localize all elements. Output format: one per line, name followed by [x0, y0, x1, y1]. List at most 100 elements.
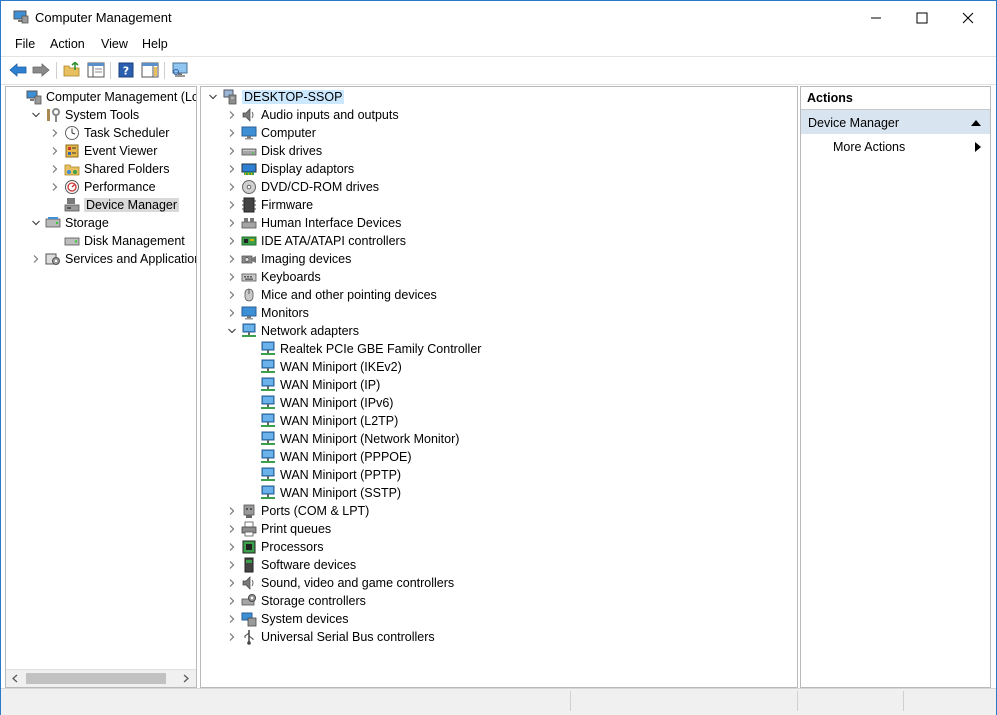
device-tree-item[interactable]: Imaging devices — [227, 250, 351, 268]
device-tree-item[interactable]: IDE ATA/ATAPI controllers — [227, 232, 406, 250]
chevron-right-icon[interactable] — [50, 182, 60, 192]
actions-section-device-manager[interactable]: Device Manager — [801, 110, 990, 134]
chevron-right-icon[interactable] — [50, 164, 60, 174]
horizontal-scrollbar[interactable] — [6, 669, 196, 687]
back-button[interactable] — [8, 60, 28, 80]
device-tree-item[interactable]: Processors — [227, 538, 324, 556]
chevron-down-icon[interactable] — [208, 92, 218, 102]
maximize-button[interactable] — [899, 1, 945, 34]
device-tree-item[interactable]: WAN Miniport (IP) — [246, 376, 380, 394]
chevron-right-icon[interactable] — [227, 182, 237, 192]
up-one-level-button[interactable] — [62, 60, 82, 80]
show-hide-action-pane-button[interactable] — [140, 60, 160, 80]
more-actions-item[interactable]: More Actions — [833, 138, 983, 156]
device-tree-item[interactable]: Universal Serial Bus controllers — [227, 628, 435, 646]
chevron-right-icon[interactable] — [50, 146, 60, 156]
menu-view[interactable]: View — [101, 37, 128, 51]
device-tree-item[interactable]: WAN Miniport (PPPOE) — [246, 448, 412, 466]
chevron-down-icon[interactable] — [227, 326, 237, 336]
device-tree-item[interactable]: WAN Miniport (Network Monitor) — [246, 430, 459, 448]
device-tree-item[interactable]: Display adaptors — [227, 160, 354, 178]
chevron-right-icon[interactable] — [227, 110, 237, 120]
minimize-button[interactable] — [853, 1, 899, 34]
device-tree-item[interactable]: WAN Miniport (SSTP) — [246, 484, 401, 502]
chevron-right-icon[interactable] — [227, 614, 237, 624]
help-button[interactable]: ? — [116, 60, 136, 80]
collapse-up-icon[interactable] — [971, 119, 981, 126]
chevron-right-icon[interactable] — [227, 254, 237, 264]
console-tree-item[interactable]: Device Manager — [50, 196, 180, 214]
device-tree-item[interactable]: Keyboards — [227, 268, 321, 286]
device-tree-item[interactable]: WAN Miniport (L2TP) — [246, 412, 398, 430]
console-tree-item[interactable]: Event Viewer — [50, 142, 157, 160]
console-tree-item[interactable]: Shared Folders — [50, 160, 169, 178]
console-tree-item[interactable]: Computer Management (Local — [12, 88, 196, 106]
device-tree-item[interactable]: Storage controllers — [227, 592, 366, 610]
chevron-right-icon[interactable] — [227, 542, 237, 552]
chevron-down-icon[interactable] — [31, 218, 41, 228]
scrollbar-thumb[interactable] — [26, 673, 166, 684]
title-bar[interactable]: Computer Management — [1, 1, 996, 34]
chevron-right-icon[interactable] — [227, 272, 237, 282]
device-tree-item[interactable]: Software devices — [227, 556, 356, 574]
scroll-left-icon[interactable] — [11, 674, 19, 683]
chevron-down-icon[interactable] — [31, 110, 41, 120]
console-tree-item[interactable]: Disk Management — [50, 232, 185, 250]
device-tree-item[interactable]: Human Interface Devices — [227, 214, 401, 232]
menu-action[interactable]: Action — [50, 37, 85, 51]
chevron-right-icon[interactable] — [227, 506, 237, 516]
chevron-right-icon[interactable] — [227, 524, 237, 534]
device-tree-item[interactable]: Firmware — [227, 196, 313, 214]
scroll-right-icon[interactable] — [182, 674, 190, 683]
console-tree-pane[interactable]: Computer Management (Local System Tools Ta… — [5, 86, 197, 688]
device-tree-item[interactable]: Ports (COM & LPT) — [227, 502, 369, 520]
actions-title: Actions — [807, 91, 853, 105]
console-tree-item[interactable]: Services and Applications — [31, 250, 196, 268]
device-tree-item[interactable]: DVD/CD-ROM drives — [227, 178, 379, 196]
device-tree-item[interactable]: Monitors — [227, 304, 309, 322]
device-tree-item[interactable]: System devices — [227, 610, 349, 628]
device-tree-item[interactable]: Mice and other pointing devices — [227, 286, 437, 304]
device-tree-item[interactable]: WAN Miniport (PPTP) — [246, 466, 401, 484]
device-tree-item[interactable]: Sound, video and game controllers — [227, 574, 454, 592]
chevron-right-icon[interactable] — [227, 632, 237, 642]
device-tree-label: Audio inputs and outputs — [261, 108, 399, 122]
keyboard-icon — [241, 269, 257, 285]
device-tree-item[interactable]: Computer — [227, 124, 316, 142]
device-tree-item[interactable]: Disk drives — [227, 142, 322, 160]
chevron-right-icon[interactable] — [50, 128, 60, 138]
device-tree-item[interactable]: WAN Miniport (IPv6) — [246, 394, 393, 412]
menu-file[interactable]: File — [15, 37, 35, 51]
network-icon — [260, 377, 276, 393]
chevron-right-icon[interactable] — [227, 236, 237, 246]
chevron-right-icon[interactable] — [227, 596, 237, 606]
console-tree-item[interactable]: System Tools — [31, 106, 139, 124]
chevron-right-icon[interactable] — [227, 290, 237, 300]
show-hide-console-tree-button[interactable] — [86, 60, 106, 80]
chevron-right-icon[interactable] — [227, 200, 237, 210]
scan-for-hardware-changes-button[interactable] — [170, 60, 190, 80]
device-tree-pane[interactable]: DESKTOP-SSOP Audio inputs and outputs Comp… — [200, 86, 798, 688]
chevron-right-icon[interactable] — [31, 254, 41, 264]
device-tree-item[interactable]: Realtek PCIe GBE Family Controller — [246, 340, 481, 358]
device-tree-item[interactable]: Audio inputs and outputs — [227, 106, 399, 124]
menu-help[interactable]: Help — [142, 37, 168, 51]
chevron-right-icon[interactable] — [227, 578, 237, 588]
chevron-right-icon[interactable] — [227, 146, 237, 156]
device-tree-item[interactable]: WAN Miniport (IKEv2) — [246, 358, 402, 376]
console-tree-item[interactable]: Storage — [31, 214, 109, 232]
chevron-right-icon[interactable] — [227, 560, 237, 570]
toolbar-separator — [110, 62, 111, 79]
device-tree-item[interactable]: Print queues — [227, 520, 331, 538]
device-tree-item[interactable]: Network adapters — [227, 322, 359, 340]
chevron-right-icon[interactable] — [227, 128, 237, 138]
console-tree-item[interactable]: Performance — [50, 178, 156, 196]
chevron-right-icon[interactable] — [227, 164, 237, 174]
chevron-right-icon[interactable] — [227, 218, 237, 228]
forward-button[interactable] — [31, 60, 51, 80]
chevron-right-icon[interactable] — [227, 308, 237, 318]
close-button[interactable] — [945, 1, 991, 34]
console-tree-item[interactable]: Task Scheduler — [50, 124, 169, 142]
device-manager-icon — [64, 197, 80, 213]
device-tree-item[interactable]: DESKTOP-SSOP — [208, 88, 345, 106]
